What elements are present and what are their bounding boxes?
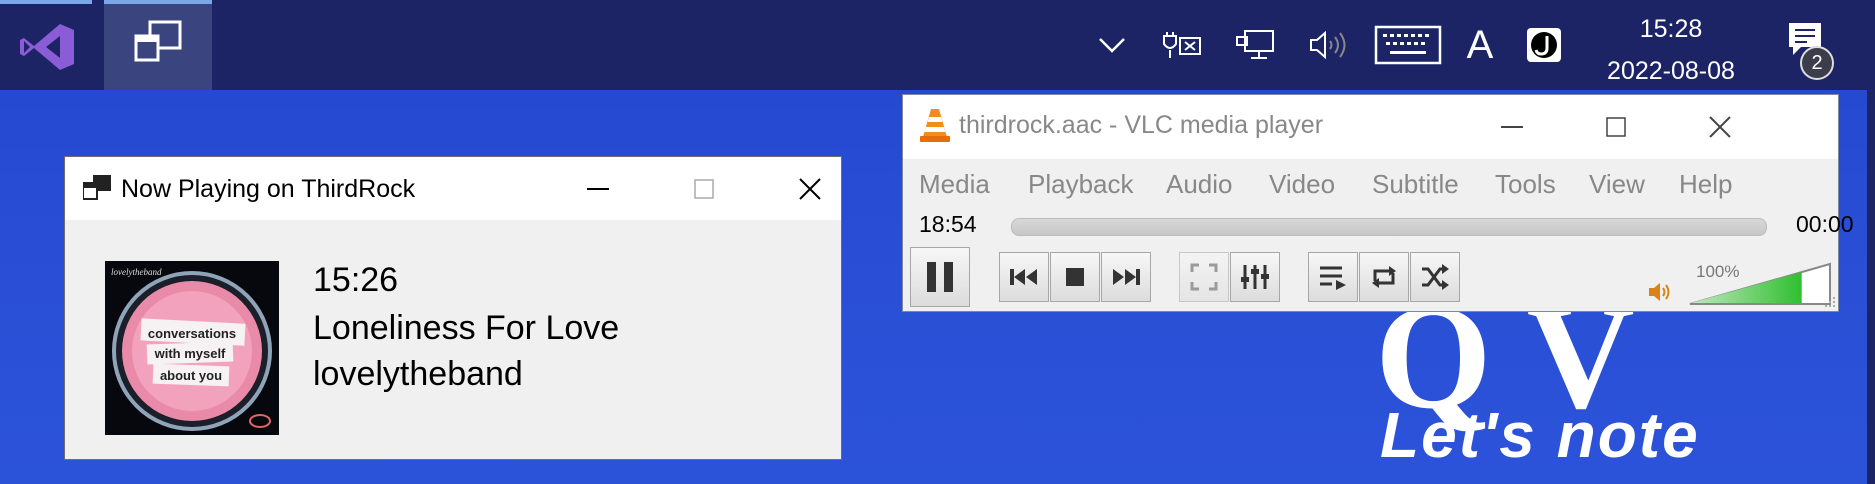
album-line2: with myself: [154, 346, 226, 361]
visual-studio-icon: [20, 24, 74, 70]
fullscreen-button[interactable]: [1179, 252, 1229, 302]
album-line3: about you: [160, 368, 222, 383]
vlc-titlebar[interactable]: thirdrock.aac - VLC media player: [903, 95, 1838, 159]
minimize-icon: [1501, 125, 1523, 128]
taskbar: A 15:28 2022-08-08 2: [0, 0, 1875, 90]
loop-icon: [1372, 266, 1396, 288]
taskbar-clock[interactable]: 15:28 2022-08-08: [1585, 8, 1757, 92]
stop-icon: [1066, 268, 1084, 286]
vlc-menubar: Media Playback Audio Video Subtitle Tool…: [903, 159, 1838, 205]
menu-subtitle[interactable]: Subtitle: [1372, 169, 1459, 200]
window-title: Now Playing on ThirdRock: [121, 175, 416, 203]
wallpaper-brand: Let's note: [1380, 399, 1700, 471]
menu-view[interactable]: View: [1589, 169, 1645, 200]
window-app-icon: [83, 175, 111, 200]
vlc-minimize-button[interactable]: [1467, 95, 1557, 158]
vlc-window-title: thirdrock.aac - VLC media player: [959, 111, 1324, 139]
now-playing-artist: lovelytheband: [313, 355, 523, 393]
skip-back-icon: [1010, 269, 1037, 285]
network-icon: [1236, 30, 1274, 59]
shuffle-icon: [1422, 264, 1449, 290]
maximize-icon: [1606, 116, 1626, 137]
album-art: conversations with myself about you love…: [105, 261, 279, 435]
menu-media[interactable]: Media: [919, 169, 990, 200]
vlc-maximize-button[interactable]: [1571, 95, 1661, 158]
minimize-icon: [587, 187, 609, 190]
vlc-window: thirdrock.aac - VLC media player Media P…: [902, 94, 1854, 312]
power-plug-icon: [1163, 32, 1201, 58]
tray-network-button[interactable]: [1232, 0, 1278, 90]
menu-playback[interactable]: Playback: [1028, 169, 1134, 200]
vlc-cone-icon: [920, 109, 950, 142]
volume-speaker-icon[interactable]: [1647, 280, 1675, 304]
skip-forward-icon: [1113, 269, 1140, 285]
now-playing-time: 15:26: [313, 261, 399, 299]
vlc-seek-row: 18:54 00:00: [903, 205, 1854, 243]
tray-overflow-button[interactable]: [1092, 0, 1132, 90]
touch-keyboard-icon: [1374, 25, 1442, 65]
ime-mode-indicator[interactable]: A: [1460, 0, 1500, 90]
tray-power-button[interactable]: [1160, 0, 1206, 90]
seek-bar[interactable]: [1011, 218, 1767, 236]
clock-date: 2022-08-08: [1607, 57, 1735, 85]
minimize-button[interactable]: [553, 157, 643, 220]
maximize-icon: [694, 178, 714, 199]
screen-edge: [1867, 0, 1875, 484]
ime-app-button[interactable]: [1524, 0, 1564, 90]
active-indicator: [0, 0, 92, 4]
vlc-close-button[interactable]: [1675, 95, 1765, 158]
pause-button[interactable]: [910, 247, 970, 307]
album-band-label: lovelytheband: [111, 267, 162, 277]
fullscreen-icon: [1190, 263, 1218, 291]
loop-button[interactable]: [1359, 252, 1409, 302]
menu-audio[interactable]: Audio: [1166, 169, 1233, 200]
tray-volume-button[interactable]: [1306, 0, 1352, 90]
notification-count-badge: 2: [1800, 46, 1834, 80]
pause-icon: [927, 262, 953, 292]
maximize-button[interactable]: [659, 157, 749, 220]
resize-grip-icon[interactable]: [1823, 295, 1837, 309]
tray-keyboard-button[interactable]: [1372, 0, 1444, 90]
previous-button[interactable]: [999, 252, 1049, 302]
menu-tools[interactable]: Tools: [1495, 169, 1556, 200]
album-cover-image: conversations with myself about you love…: [105, 261, 279, 435]
elapsed-time[interactable]: 18:54: [919, 211, 977, 238]
close-button[interactable]: [765, 157, 855, 220]
extended-settings-button[interactable]: [1230, 252, 1280, 302]
equalizer-icon: [1241, 265, 1269, 289]
close-icon: [1709, 115, 1731, 138]
taskbar-visual-studio-button[interactable]: [0, 0, 98, 90]
now-playing-window: Now Playing on ThirdRock conversations w…: [64, 156, 842, 460]
task-view-icon: [134, 20, 182, 62]
shuffle-button[interactable]: [1410, 252, 1460, 302]
next-button[interactable]: [1101, 252, 1151, 302]
now-playing-titlebar[interactable]: Now Playing on ThirdRock: [65, 157, 841, 220]
menu-help[interactable]: Help: [1679, 169, 1732, 200]
japanese-ime-icon: [1527, 28, 1561, 62]
taskbar-window-button[interactable]: [104, 0, 212, 90]
close-icon: [799, 177, 821, 200]
stop-button[interactable]: [1050, 252, 1100, 302]
album-line1: conversations: [148, 326, 236, 341]
chevron-down-icon: [1099, 38, 1125, 53]
volume-slider[interactable]: [1686, 260, 1836, 308]
clock-time: 15:28: [1639, 15, 1703, 43]
active-indicator: [104, 0, 212, 4]
menu-video[interactable]: Video: [1269, 169, 1335, 200]
now-playing-song: Loneliness For Love: [313, 309, 620, 347]
remaining-time[interactable]: 00:00: [1796, 211, 1854, 238]
speaker-icon: [1310, 30, 1346, 60]
playlist-button[interactable]: [1308, 252, 1358, 302]
playlist-icon: [1320, 266, 1346, 290]
